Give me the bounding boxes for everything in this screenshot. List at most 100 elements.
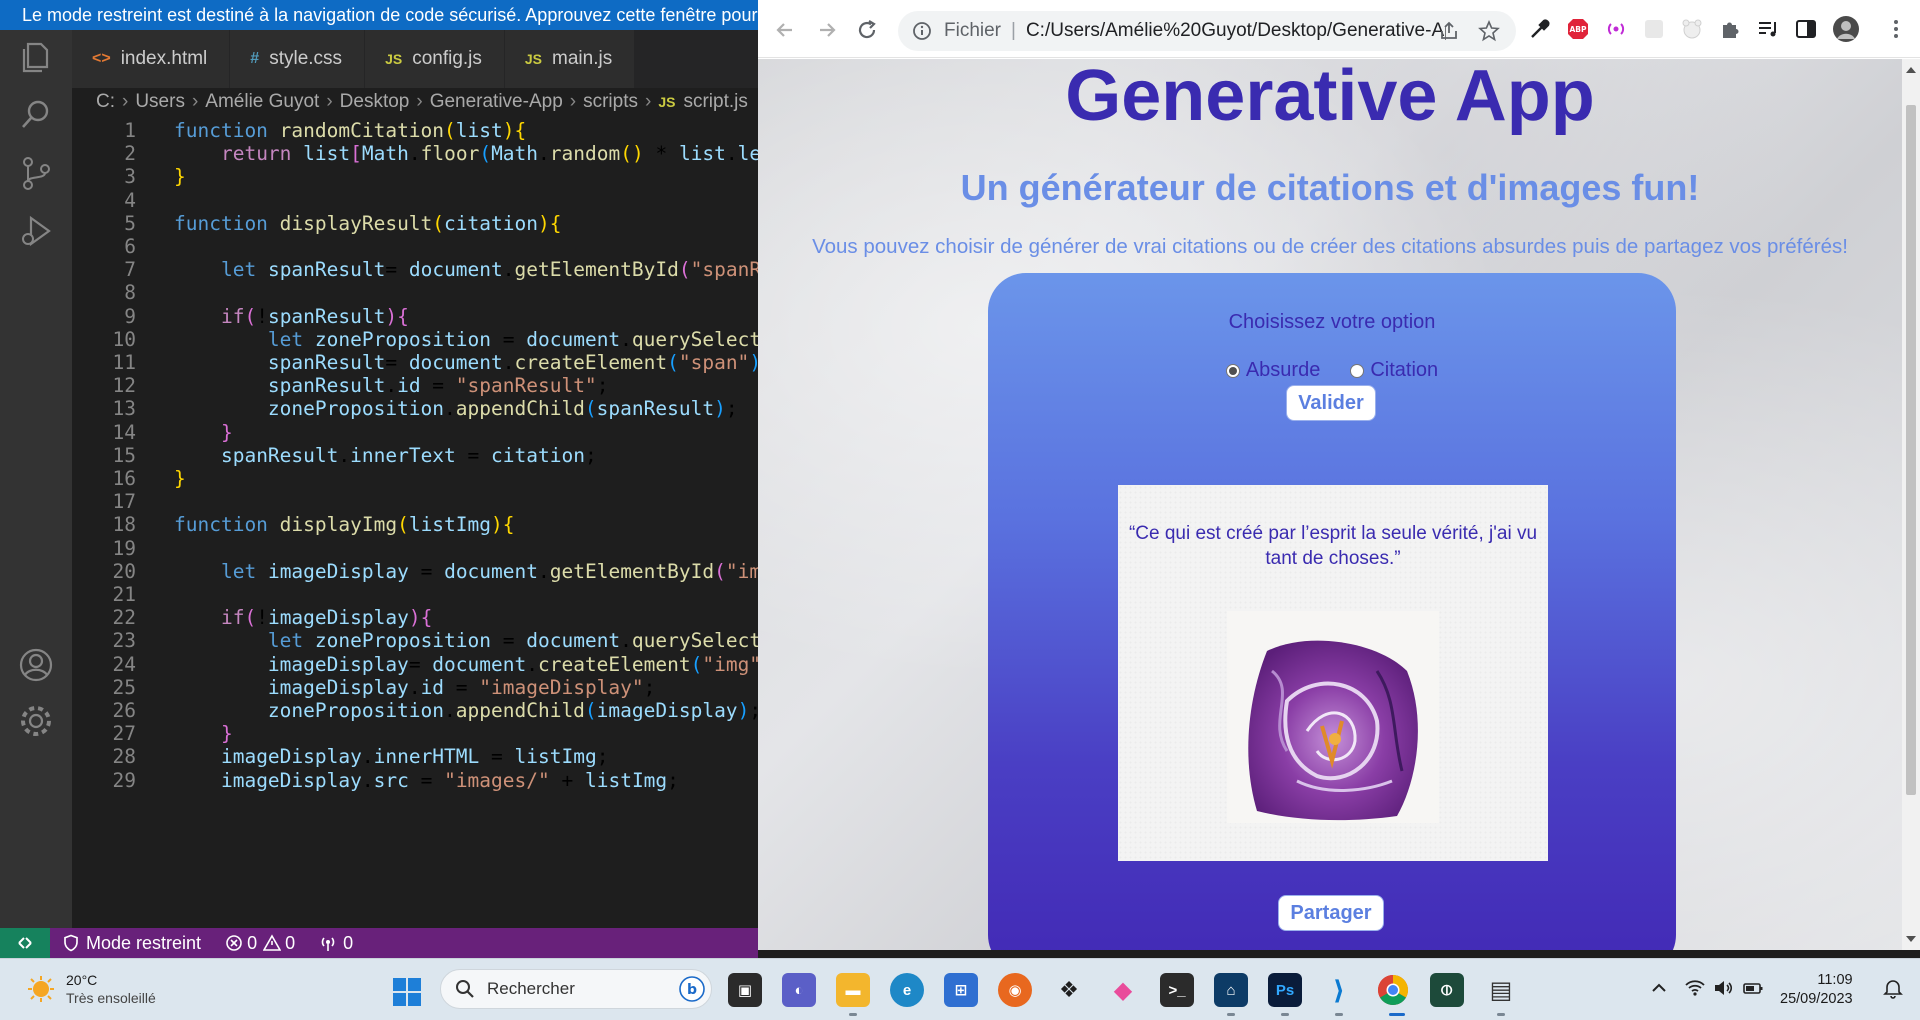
teams-chat-icon[interactable]: ◐: [782, 973, 816, 1007]
breadcrumb-item[interactable]: Users: [135, 91, 185, 113]
page-scrollbar[interactable]: [1902, 59, 1920, 950]
taskbar-search[interactable]: Rechercher b: [440, 969, 712, 1009]
generated-artwork-image: [1227, 611, 1439, 823]
code-text: function displayImg(listImg){: [174, 513, 515, 537]
tab-label: index.html: [120, 48, 208, 69]
bing-icon: b: [679, 976, 705, 1002]
scrollbar-thumb[interactable]: [1906, 105, 1916, 795]
line-number: 29: [112, 768, 136, 792]
extension-placeholder-icon[interactable]: [1642, 17, 1666, 41]
code-text: let spanResult= document.getElementById(…: [220, 258, 758, 282]
code-text: }: [220, 420, 233, 444]
broadcast-extension-icon[interactable]: [1604, 17, 1628, 41]
adblock-extension-icon[interactable]: ABP: [1566, 17, 1590, 41]
wifi-icon[interactable]: [1684, 977, 1706, 999]
media-controls-icon[interactable]: [1756, 17, 1780, 41]
avatar[interactable]: [1832, 15, 1860, 43]
radio-absurde[interactable]: Absurde: [1225, 359, 1320, 382]
puzzle-extensions-icon[interactable]: [1718, 17, 1742, 41]
restricted-mode-status[interactable]: Mode restreint: [50, 933, 213, 954]
code-text: let zoneProposition = document.querySele…: [267, 327, 758, 351]
scroll-up-arrow-icon[interactable]: [1906, 67, 1916, 73]
breadcrumb-item[interactable]: Generative-App: [430, 91, 563, 113]
scroll-down-arrow-icon[interactable]: [1906, 936, 1916, 942]
reload-icon[interactable]: [854, 17, 880, 43]
ports-count: 0: [343, 932, 354, 953]
code-editor[interactable]: 1 function randomCitation(list){2 return …: [72, 118, 758, 928]
breadcrumb-item[interactable]: scripts: [583, 91, 638, 113]
source-control-icon[interactable]: [17, 154, 55, 192]
windows-taskbar: 20°C Très ensoleillé Rechercher b ▣ ◐ ▬ …: [0, 958, 1920, 1020]
back-arrow-icon[interactable]: [772, 17, 798, 43]
terminal-icon[interactable]: >_: [1160, 973, 1194, 1007]
vscode-icon[interactable]: ⟩: [1322, 973, 1356, 1007]
dropbox-icon[interactable]: ❖: [1052, 973, 1086, 1007]
remote-indicator[interactable]: [0, 928, 50, 958]
breadcrumb-item[interactable]: Desktop: [340, 91, 410, 113]
tab-index-html[interactable]: <> index.html: [72, 30, 231, 88]
code-text: if(!imageDisplay){: [220, 606, 433, 630]
photoshop-icon[interactable]: Ps: [1268, 973, 1302, 1007]
restricted-mode-banner[interactable]: ! Le mode restreint est destiné à la nav…: [0, 0, 758, 30]
star-icon[interactable]: [1478, 20, 1500, 42]
run-debug-icon[interactable]: [17, 212, 55, 250]
chrome-logo-icon: [1377, 975, 1409, 1006]
radio-button-unchecked[interactable]: [1350, 363, 1365, 378]
notepad-icon[interactable]: ▤: [1484, 973, 1518, 1007]
broadcast-icon: [321, 937, 335, 951]
url-separator: |: [1011, 20, 1016, 41]
file-explorer-icon[interactable]: ▬: [836, 973, 870, 1007]
weather-widget[interactable]: 20°C Très ensoleillé: [26, 971, 156, 1007]
app-icon[interactable]: ⦶: [1430, 973, 1464, 1007]
volume-icon[interactable]: [1712, 977, 1734, 999]
notification-bell-icon[interactable]: [1882, 977, 1904, 999]
tab-main-js[interactable]: JS main.js: [504, 30, 636, 88]
forward-arrow-icon[interactable]: [814, 17, 840, 43]
search-icon[interactable]: [17, 96, 55, 134]
edge-icon[interactable]: e: [890, 973, 924, 1007]
side-panel-icon[interactable]: [1794, 17, 1818, 41]
activity-bar: [0, 30, 72, 928]
breadcrumb-item[interactable]: script.js: [683, 91, 747, 113]
tab-config-js[interactable]: JS config.js: [365, 30, 505, 88]
clock-time: 11:09: [1817, 972, 1853, 988]
share-icon[interactable]: [1438, 20, 1460, 42]
address-bar[interactable]: Fichier | C:/Users/Amélie%20Guyot/Deskto…: [898, 11, 1516, 51]
microsoft-store-icon[interactable]: ⊞: [944, 973, 978, 1007]
eyedropper-extension-icon[interactable]: [1528, 17, 1552, 41]
more-vert-icon[interactable]: [1884, 17, 1908, 41]
search-placeholder: Rechercher: [487, 979, 575, 998]
task-view-icon[interactable]: ▣: [728, 973, 762, 1007]
breadcrumb: C: › Users › Amélie Guyot › Desktop › Genera…: [72, 88, 758, 116]
info-icon[interactable]: [912, 21, 932, 41]
html-file-icon: <>: [92, 50, 111, 67]
git-app-icon[interactable]: ◆: [1106, 973, 1140, 1007]
code-line[interactable]: 29 imageDisplay.src = "images/" + listIm…: [72, 767, 758, 795]
radio-citation[interactable]: Citation: [1350, 359, 1438, 382]
battery-icon[interactable]: [1742, 977, 1764, 999]
code-text: function randomCitation(list){: [174, 119, 527, 142]
partager-button[interactable]: Partager: [1278, 895, 1384, 931]
gear-icon[interactable]: [17, 702, 55, 740]
breadcrumb-item[interactable]: Amélie Guyot: [205, 91, 319, 113]
tab-style-css[interactable]: # style.css: [230, 30, 366, 88]
weather-condition: Très ensoleillé: [66, 990, 156, 1006]
valider-button[interactable]: Valider: [1286, 385, 1376, 421]
ports-status[interactable]: 0: [307, 933, 365, 954]
warning-icon: [263, 934, 282, 951]
windows-start-icon[interactable]: [392, 977, 422, 1007]
code-text: spanResult= document.createElement("span…: [267, 351, 758, 374]
explorer-icon[interactable]: [17, 38, 55, 76]
clock[interactable]: 11:09 25/09/2023: [1780, 971, 1853, 1009]
account-icon[interactable]: [17, 646, 55, 684]
app-icon[interactable]: ⌂: [1214, 973, 1248, 1007]
url-scheme: Fichier: [944, 20, 1002, 41]
chevron-up-icon[interactable]: [1648, 977, 1670, 999]
breadcrumb-item[interactable]: C:: [96, 91, 115, 113]
radio-button-checked[interactable]: [1225, 363, 1240, 378]
bear-extension-icon[interactable]: [1680, 17, 1704, 41]
firefox-icon[interactable]: ◉: [998, 973, 1032, 1007]
problems-status[interactable]: 0 0: [213, 933, 307, 954]
chrome-icon[interactable]: [1376, 973, 1410, 1007]
restricted-banner-text: Le mode restreint est destiné à la navig…: [22, 4, 758, 25]
